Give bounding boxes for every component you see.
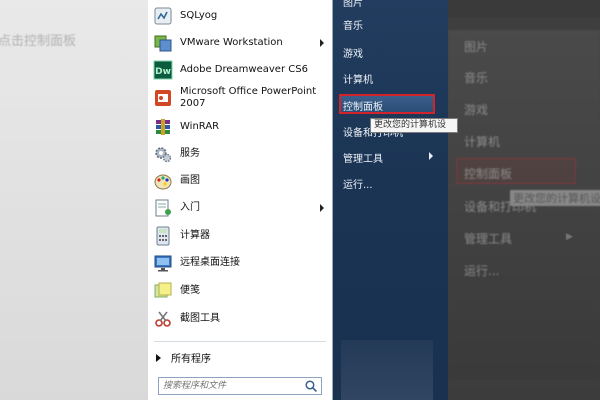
link-pictures[interactable]: 图片	[343, 0, 363, 9]
remote-desktop-icon	[152, 252, 174, 274]
bg-item-games: 游戏	[464, 103, 489, 117]
triangle-right-icon	[156, 353, 161, 362]
menu-divider	[154, 341, 326, 342]
program-winrar[interactable]: WinRAR	[152, 116, 328, 138]
bg-item-admin-tools: 管理工具	[464, 232, 513, 246]
link-run[interactable]: 运行...	[343, 176, 373, 191]
bg-item-pictures: 图片	[464, 40, 489, 54]
link-music[interactable]: 音乐	[343, 17, 363, 32]
winrar-icon	[152, 116, 174, 138]
program-vmware-workstation[interactable]: VMware Workstation	[152, 32, 328, 54]
chevron-right-icon	[320, 39, 324, 47]
bg-item-control-panel: 控制面板	[464, 167, 513, 181]
sqlyog-icon	[152, 5, 174, 27]
program-calculator[interactable]: 计算器	[152, 225, 328, 247]
powerpoint-icon	[152, 87, 174, 109]
bg-chevron-right-icon: ▶	[566, 232, 573, 242]
calculator-icon	[152, 225, 174, 247]
search-box[interactable]	[158, 377, 322, 395]
bg-item-music: 音乐	[464, 71, 489, 85]
sticky-notes-icon	[152, 280, 174, 302]
all-programs-button[interactable]: 所有程序	[156, 350, 211, 365]
link-computer[interactable]: 计算机	[343, 71, 373, 86]
program-snipping-tool[interactable]: 截图工具	[152, 308, 328, 330]
snipping-tool-icon	[152, 308, 174, 330]
chevron-right-icon	[320, 204, 324, 212]
background-instruction-text: 点击控制面板	[0, 34, 77, 49]
chevron-right-icon	[429, 152, 433, 160]
services-gear-icon	[152, 143, 174, 165]
program-remote-desktop[interactable]: 远程桌面连接	[152, 252, 328, 274]
system-links-pane: 图片 音乐 游戏 计算机 控制面板 设备和打印机 管理工具 运行...	[333, 0, 448, 400]
programs-pane: SQLyog VMware Workstation Dw Adobe Dream…	[148, 0, 333, 400]
program-sticky-notes[interactable]: 便笺	[152, 280, 328, 302]
dreamweaver-icon: Dw	[152, 59, 174, 81]
shutdown-area	[341, 340, 433, 400]
bg-tooltip: 更改您的计算机设	[510, 190, 600, 206]
link-games[interactable]: 游戏	[343, 45, 363, 60]
search-icon[interactable]	[304, 379, 318, 393]
program-dreamweaver[interactable]: Dw Adobe Dreamweaver CS6	[152, 59, 328, 81]
background-right-panel: 图片 音乐 游戏 计算机 控制面板 设备和打印机 更改您的计算机设 管理工具 ▶…	[448, 0, 600, 400]
getting-started-icon	[152, 197, 174, 219]
program-paint[interactable]: 画图	[152, 170, 328, 192]
program-powerpoint-2007[interactable]: Microsoft Office PowerPoint 2007	[152, 86, 328, 110]
vmware-icon	[152, 32, 174, 54]
program-getting-started[interactable]: 入门	[152, 197, 328, 219]
bg-item-computer: 计算机	[464, 135, 501, 149]
program-sqlyog[interactable]: SQLyog	[152, 5, 328, 27]
search-input[interactable]	[159, 380, 305, 392]
background-left-panel: 点击控制面板	[0, 0, 150, 400]
link-admin-tools[interactable]: 管理工具	[343, 150, 383, 165]
start-menu: SQLyog VMware Workstation Dw Adobe Dream…	[148, 0, 458, 400]
link-control-panel[interactable]: 控制面板	[343, 98, 383, 113]
control-panel-tooltip: 更改您的计算机设	[370, 118, 458, 133]
svg-text:Dw: Dw	[155, 67, 171, 77]
paint-icon	[152, 170, 174, 192]
bg-item-run: 运行...	[464, 264, 500, 278]
program-services[interactable]: 服务	[152, 143, 328, 165]
